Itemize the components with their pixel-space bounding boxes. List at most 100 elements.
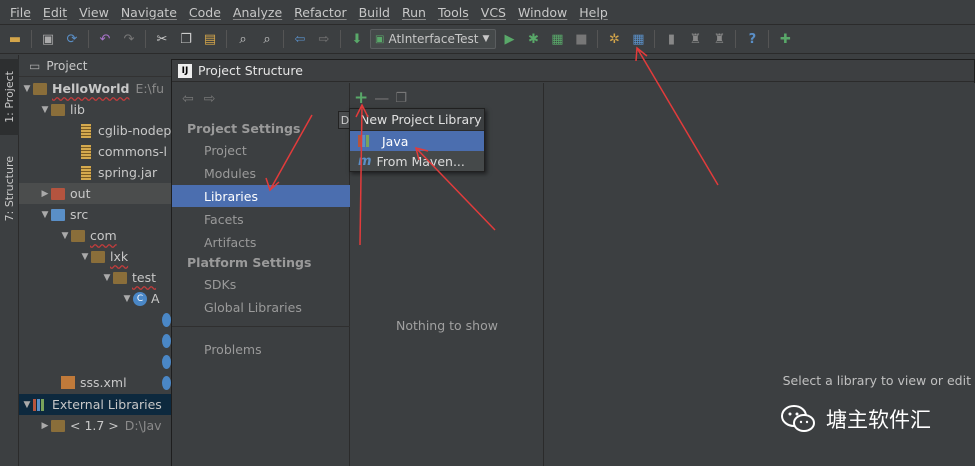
tree-item-commons[interactable]: commons-l <box>19 141 175 162</box>
menu-vcs[interactable]: VCS <box>475 5 512 20</box>
expand-arrow-icon[interactable]: ▼ <box>21 84 33 94</box>
toolbar-separator <box>145 30 146 48</box>
jar-icon <box>81 123 91 138</box>
tree-item-src[interactable]: ▼ src <box>19 204 175 225</box>
sidebar-item-project[interactable]: Project <box>172 139 350 161</box>
expand-arrow-icon[interactable]: ▼ <box>121 294 133 304</box>
tab-structure-label: 7: Structure <box>3 156 16 222</box>
copy-icon[interactable]: ❐ <box>175 28 197 50</box>
menu-file[interactable]: File <box>4 5 37 20</box>
project-view-icon: ▭ <box>29 58 41 73</box>
tree-item-com[interactable]: ▼ com <box>19 225 175 246</box>
menu-run[interactable]: Run <box>396 5 432 20</box>
sidebar-item-modules[interactable]: Modules <box>172 162 350 184</box>
add-icon[interactable]: + <box>354 88 368 108</box>
back-icon[interactable]: ⇦ <box>289 28 311 50</box>
save-icon[interactable]: ▣ <box>37 28 59 50</box>
expand-arrow-icon[interactable]: ▼ <box>39 210 51 220</box>
menu-analyze[interactable]: Analyze <box>227 5 288 20</box>
find-icon[interactable]: ⌕ <box>232 28 254 50</box>
menu-navigate[interactable]: Navigate <box>115 5 183 20</box>
class-icon: C <box>133 291 147 306</box>
tree-item-class[interactable]: ▼ C A <box>19 288 175 309</box>
tree-item-sss-xml[interactable]: sss.xml <box>19 372 175 393</box>
open-folder-icon[interactable]: ▬ <box>4 28 26 50</box>
popup-item-label: From Maven... <box>376 153 465 169</box>
forward-icon[interactable]: ⇨ <box>313 28 335 50</box>
tree-item-external-libraries[interactable]: ▼ External Libraries <box>19 394 175 415</box>
paste-icon[interactable]: ▤ <box>199 28 221 50</box>
debug-icon[interactable]: ✱ <box>522 28 544 50</box>
cut-icon[interactable]: ✂ <box>151 28 173 50</box>
menu-bar: File Edit View Navigate Code Analyze Ref… <box>0 0 975 25</box>
tree-item-method[interactable] <box>19 309 175 330</box>
remove-icon[interactable]: — <box>374 89 389 107</box>
sync-icon[interactable]: ⟳ <box>61 28 83 50</box>
project-panel: ▭ Project ▼ HelloWorld E:\fu ▼ lib cglib… <box>19 55 175 466</box>
replace-icon[interactable]: ⌕ <box>256 28 278 50</box>
select-library-hint: Select a library to view or edit <box>782 373 971 388</box>
sidebar-item-sdks[interactable]: SDKs <box>172 273 350 295</box>
expand-arrow-icon[interactable]: ▼ <box>59 231 71 241</box>
menu-window[interactable]: Window <box>512 5 573 20</box>
sidebar-item-artifacts[interactable]: Artifacts <box>172 231 350 253</box>
tree-item-spring[interactable]: spring.jar <box>19 162 175 183</box>
tree-label: External Libraries <box>52 397 162 412</box>
expand-arrow-icon[interactable]: ▶ <box>39 421 51 431</box>
build-icon[interactable]: ⬇ <box>346 28 368 50</box>
run-configuration-label: AtInterfaceTest <box>388 32 479 46</box>
undo-icon[interactable]: ↶ <box>94 28 116 50</box>
sdk-manager-icon[interactable]: ▮ <box>660 28 682 50</box>
tree-item-out[interactable]: ▶ out <box>19 183 175 204</box>
sidebar-item-libraries[interactable]: Libraries <box>172 185 350 207</box>
tree-item-test[interactable]: ▼ test <box>19 267 175 288</box>
menu-view[interactable]: View <box>73 5 115 20</box>
redo-icon[interactable]: ↷ <box>118 28 140 50</box>
dialog-titlebar[interactable]: IJ Project Structure <box>172 60 974 82</box>
expand-arrow-icon[interactable]: ▼ <box>21 400 33 410</box>
tree-item-lxk[interactable]: ▼ lxk <box>19 246 175 267</box>
copy-icon[interactable]: ❐ <box>395 91 407 106</box>
android-icon[interactable]: ♜ <box>684 28 706 50</box>
expand-arrow-icon[interactable]: ▼ <box>79 252 91 262</box>
tree-item-method[interactable] <box>19 330 175 351</box>
run-icon[interactable]: ▶ <box>498 28 520 50</box>
sidebar-item-global-libraries[interactable]: Global Libraries <box>172 296 350 318</box>
coverage-icon[interactable]: ▦ <box>546 28 568 50</box>
forward-arrow-icon[interactable]: ⇨ <box>204 91 216 107</box>
junit-config-icon: ▣ <box>375 33 385 45</box>
expand-arrow-icon[interactable]: ▼ <box>39 105 51 115</box>
menu-refactor[interactable]: Refactor <box>288 5 352 20</box>
toolbar-separator <box>597 30 599 48</box>
help-icon[interactable]: ? <box>741 28 763 50</box>
plugin-icon[interactable]: ✚ <box>774 28 796 50</box>
tree-label: A <box>151 291 160 306</box>
tree-label: < 1.7 > <box>70 418 119 433</box>
project-structure-icon[interactable]: ▦ <box>627 28 649 50</box>
sidebar-item-facets[interactable]: Facets <box>172 208 350 230</box>
expand-arrow-icon[interactable]: ▶ <box>39 189 51 199</box>
tree-item-lib[interactable]: ▼ lib <box>19 99 175 120</box>
tree-item-jdk[interactable]: ▶ < 1.7 > D:\Jav <box>19 415 175 436</box>
popup-item-from-maven[interactable]: m From Maven... <box>350 151 484 171</box>
stop-icon[interactable]: ■ <box>570 28 592 50</box>
settings-icon[interactable]: ✲ <box>603 28 625 50</box>
menu-tools[interactable]: Tools <box>432 5 475 20</box>
menu-help[interactable]: Help <box>573 5 614 20</box>
avd-manager-icon[interactable]: ♜ <box>708 28 730 50</box>
sidebar-item-problems[interactable]: Problems <box>172 338 350 360</box>
menu-code[interactable]: Code <box>183 5 227 20</box>
tab-project[interactable]: 1: Project <box>0 59 19 135</box>
tree-item-method[interactable] <box>19 351 175 372</box>
expand-arrow-icon[interactable]: ▼ <box>101 273 113 283</box>
popup-item-java[interactable]: Java <box>350 131 484 151</box>
menu-edit[interactable]: Edit <box>37 5 73 20</box>
back-arrow-icon[interactable]: ⇦ <box>182 91 194 107</box>
jdk-icon <box>51 419 65 432</box>
menu-build[interactable]: Build <box>353 5 396 20</box>
tree-item-helloworld[interactable]: ▼ HelloWorld E:\fu <box>19 78 175 99</box>
run-configuration-dropdown[interactable]: ▣ AtInterfaceTest ▼ <box>370 29 497 49</box>
tree-item-cglib[interactable]: cglib-nodep <box>19 120 175 141</box>
intellij-logo-icon: IJ <box>178 63 192 78</box>
tab-structure[interactable]: 7: Structure <box>0 147 19 231</box>
